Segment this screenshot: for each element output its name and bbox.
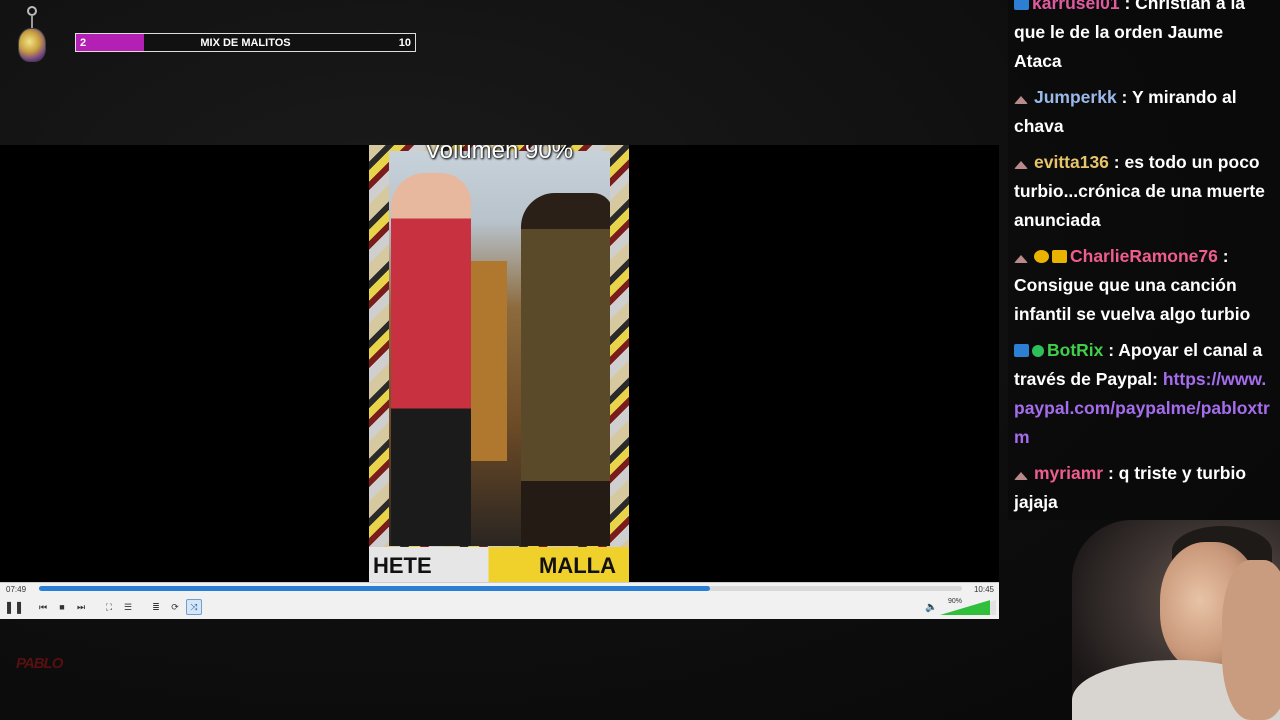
chat-message: karrusel01 : Christian a la que le de la… — [1008, 0, 1280, 82]
chat-separator: : — [1103, 463, 1119, 483]
chat-message: CharlieRamone76 : Consigue que una canci… — [1008, 241, 1280, 335]
chat-username[interactable]: Jumperkk — [1034, 87, 1117, 107]
mix-progress-bar: 2 MIX DE MALITOS 10 — [75, 33, 416, 52]
sub-badge-icon — [1034, 250, 1049, 263]
speaker-icon[interactable]: 🔈 — [925, 602, 937, 613]
seek-bar-fill — [39, 586, 711, 591]
crown-badge-icon — [1052, 250, 1067, 263]
mix-progress-max: 10 — [398, 37, 411, 49]
volume-percent: 90% — [948, 598, 963, 605]
video-player-viewport[interactable]: Volumen 90% HETE MALLA — [0, 145, 999, 582]
viewer-badge-icon — [1014, 472, 1028, 480]
next-button[interactable]: ⏭ — [73, 599, 89, 615]
shuffle-button[interactable]: ⤨ — [186, 599, 202, 615]
skull-keychain-logo — [14, 6, 50, 66]
viewer-badge-icon — [1014, 255, 1028, 263]
time-elapsed: 07:49 — [6, 585, 27, 594]
stop-icon: ■ — [59, 602, 65, 612]
mix-progress-label: MIX DE MALITOS — [200, 37, 291, 49]
poster-text-right: MALLA — [539, 553, 616, 578]
moderator-badge-icon — [1014, 0, 1029, 10]
moderator-badge-icon — [1014, 344, 1029, 357]
chat-message: Jumperkk : Y mirando al chava — [1008, 82, 1280, 147]
chat-username[interactable]: CharlieRamone76 — [1070, 246, 1218, 266]
webcam-feed — [1072, 520, 1280, 720]
chat-username[interactable]: karrusel01 — [1032, 0, 1120, 13]
time-total: 10:45 — [973, 585, 994, 594]
chat-separator: : — [1119, 0, 1136, 13]
video-frame — [389, 151, 610, 546]
chat-message: BotRix : Apoyar el canal a través de Pay… — [1008, 335, 1280, 458]
verified-badge-icon — [1032, 345, 1044, 357]
chat-separator: : — [1217, 246, 1229, 266]
equalizer-icon: ☰ — [123, 601, 133, 612]
seek-bar[interactable] — [39, 586, 962, 591]
person-fur-coat — [521, 193, 610, 546]
media-player-controls: 07:49 10:45 ❚❚ ⏮ ■ ⏭ ⛶ ☰ ≣ ⟳ ⤨ 🔈 90% — [0, 582, 999, 619]
playlist-button[interactable]: ≣ — [148, 599, 164, 615]
fullscreen-icon: ⛶ — [105, 601, 113, 612]
shuffle-icon: ⤨ — [190, 601, 198, 612]
chat-message: evitta136 : es todo un poco turbio...cró… — [1008, 147, 1280, 241]
chat-panel: karrusel01 : Christian a la que le de la… — [1008, 0, 1280, 520]
stop-button[interactable]: ■ — [54, 599, 70, 615]
chat-username[interactable]: BotRix — [1047, 340, 1103, 360]
previous-icon: ⏮ — [38, 601, 48, 612]
viewer-badge-icon — [1014, 161, 1028, 169]
poster-text-left: HETE — [373, 553, 432, 578]
poster-bottom-strip: HETE MALLA — [369, 547, 629, 582]
chat-message: myriamr : q triste y turbio jajaja — [1008, 458, 1280, 523]
chat-text: Consigue que una canción infantil se vue… — [1014, 275, 1251, 324]
next-icon: ⏭ — [76, 601, 86, 612]
pause-icon: ❚❚ — [3, 600, 25, 614]
previous-button[interactable]: ⏮ — [35, 599, 51, 615]
chat-username[interactable]: myriamr — [1034, 463, 1103, 483]
chat-separator: : — [1116, 87, 1132, 107]
loop-button[interactable]: ⟳ — [167, 599, 183, 615]
person-red-hoodie — [391, 173, 471, 546]
extended-settings-button[interactable]: ☰ — [120, 599, 136, 615]
volume-slider[interactable]: 90% — [940, 598, 996, 615]
loop-icon: ⟳ — [171, 601, 179, 612]
playlist-icon: ≣ — [152, 601, 160, 612]
chat-separator: : — [1103, 340, 1119, 360]
chat-separator: : — [1108, 152, 1125, 172]
play-pause-button[interactable]: ❚❚ — [3, 597, 25, 617]
chat-username[interactable]: evitta136 — [1034, 152, 1109, 172]
viewer-badge-icon — [1014, 96, 1028, 104]
stream-scene: 2 MIX DE MALITOS 10 Volumen 90% HETE MAL… — [0, 0, 1280, 720]
volume-caption: Volumen 90% — [424, 145, 574, 164]
brand-watermark: PABLO — [16, 655, 63, 672]
fullscreen-button[interactable]: ⛶ — [101, 599, 117, 615]
